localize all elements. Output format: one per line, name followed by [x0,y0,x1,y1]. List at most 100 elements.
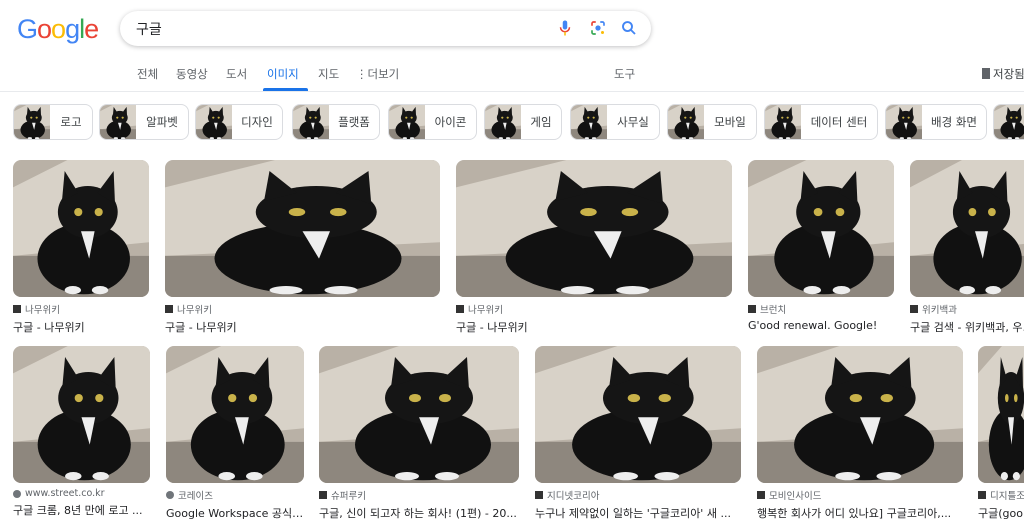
site-favicon [910,305,918,313]
image-result[interactable]: 지디넷코리아누구나 제약없이 일하는 '구글코리아' 새 ... [535,346,741,521]
result-image[interactable] [535,346,741,483]
filter-chip[interactable] [993,104,1024,140]
result-source[interactable]: 위키백과 [922,302,957,316]
result-source[interactable]: 나무위키 [468,302,503,316]
result-image[interactable] [166,346,304,483]
site-favicon [13,305,21,313]
chip-label: 아이콘 [434,115,467,129]
cat-thumbnail [196,104,232,140]
tab-all[interactable]: 전체 [137,66,158,82]
chip-label: 데이터 센터 [810,115,868,129]
chip-label: 로고 [60,115,82,129]
tab-books[interactable]: 도서 [226,66,247,82]
cat-thumbnail [910,160,1024,297]
image-result[interactable]: 모비인사이드행복한 회사가 어디 있나요] 구글코리아,... [757,346,963,521]
chip-label: 플랫폼 [338,115,370,129]
result-title[interactable]: G'ood renewal. Google! [748,319,894,332]
filter-chip[interactable]: 배경 화면 [885,104,987,140]
result-title[interactable]: 구글 검색 - 위키백과, 우리 모두의 백과사전 [910,319,1024,335]
result-source[interactable]: 나무위키 [177,302,212,316]
image-result[interactable]: 위키백과구글 검색 - 위키백과, 우리 모두의 백과사전 [910,160,1024,335]
chip-label: 알파벳 [146,115,178,129]
result-image[interactable] [165,160,440,297]
search-icon[interactable] [620,19,638,37]
result-title[interactable]: 구글, 신이 되고자 하는 회사! (1편) - 20... [319,505,519,521]
bookmark-icon [982,68,990,79]
google-logo[interactable]: Google [17,14,99,45]
site-favicon [748,305,756,313]
result-source[interactable]: 지디넷코리아 [547,488,599,502]
cat-thumbnail [13,346,150,483]
filter-chip[interactable]: 데이터 센터 [764,104,878,140]
cat-thumbnail [319,346,519,483]
more-vert-icon: ⋮ [356,67,368,81]
cat-thumbnail [757,346,963,483]
result-source[interactable]: 슈퍼루키 [331,488,366,502]
image-result[interactable]: 코레이즈 Google Workspace 공식 ... [166,346,304,521]
tab-videos[interactable]: 동영상 [176,66,208,82]
image-result[interactable]: 나무위키구글 - 나무위키 [13,160,149,335]
filter-chip[interactable]: 플랫폼 [292,104,380,140]
site-favicon [319,491,327,499]
chip-label: 게임 [530,115,552,129]
cat-thumbnail [14,104,50,140]
filter-chip[interactable]: 모바일 [667,104,757,140]
cat-thumbnail [293,104,329,140]
result-title[interactable]: 행복한 회사가 어디 있나요] 구글코리아,... [757,505,963,521]
cat-thumbnail [668,104,704,140]
filter-chip[interactable]: 로고 [13,104,93,140]
lens-icon[interactable] [589,19,607,37]
result-title[interactable]: 구글 - 나무위키 [13,319,149,335]
result-source[interactable]: 나무위키 [25,302,60,316]
image-result[interactable]: 나무위키구글 - 나무위키 [165,160,440,335]
tab-more[interactable]: ⋮더보기 [356,66,399,82]
result-image[interactable] [13,160,149,297]
result-source[interactable]: 브런치 [760,302,786,316]
filter-chip[interactable]: 알파벳 [99,104,189,140]
filter-chip[interactable]: 게임 [484,104,562,140]
image-result[interactable]: 브런치 G'ood renewal. Google! [748,160,894,332]
result-image[interactable] [910,160,1024,297]
image-result[interactable]: www.street.co.kr 구글 크롬, 8년 만에 로고 ... [13,346,150,518]
filter-chip[interactable]: 사무실 [570,104,660,140]
result-title[interactable]: 구글 - 나무위키 [165,319,440,335]
search-input[interactable]: 구글 [136,19,162,39]
mic-icon[interactable] [556,19,574,37]
image-result[interactable]: 나무위키구글 - 나무위키 [456,160,732,335]
chip-label: 배경 화면 [931,115,977,129]
result-image[interactable] [319,346,519,483]
result-title[interactable]: 구글(google)... [978,505,1024,521]
image-result[interactable]: 슈퍼루키구글, 신이 되고자 하는 회사! (1편) - 20... [319,346,519,521]
cat-thumbnail [886,104,922,140]
tab-maps[interactable]: 지도 [318,66,339,82]
cat-thumbnail [456,160,732,297]
image-result[interactable]: 디지틀조선구글(google)... [978,346,1024,521]
tab-images[interactable]: 이미지 [267,66,299,82]
result-title[interactable]: Google Workspace 공식 ... [166,505,304,521]
result-source[interactable]: www.street.co.kr [25,488,105,499]
globe-icon [13,489,21,498]
cat-thumbnail [994,104,1024,140]
result-title[interactable]: 구글 - 나무위키 [456,319,732,335]
result-source[interactable]: 모비인사이드 [769,488,821,502]
cat-thumbnail [978,346,1024,483]
search-box[interactable]: 구글 [120,11,651,46]
result-image[interactable] [978,346,1024,483]
result-image[interactable] [456,160,732,297]
result-source[interactable]: 디지틀조선 [990,488,1024,502]
tools-button[interactable]: 도구 [614,66,635,82]
site-favicon [456,305,464,313]
result-title[interactable]: 누구나 제약없이 일하는 '구글코리아' 새 ... [535,505,741,521]
filter-chip[interactable]: 디자인 [195,104,283,140]
result-source[interactable]: 코레이즈 [178,488,213,502]
result-image[interactable] [757,346,963,483]
filter-chip[interactable]: 아이콘 [388,104,477,140]
result-title[interactable]: 구글 크롬, 8년 만에 로고 ... [13,502,150,518]
result-image[interactable] [13,346,150,483]
chip-label: 모바일 [714,115,746,129]
result-image[interactable] [748,160,894,297]
saved-button[interactable]: 저장됨 [982,66,1024,82]
site-favicon [535,491,543,499]
chip-label: 사무실 [617,115,649,129]
cat-thumbnail [13,160,149,297]
